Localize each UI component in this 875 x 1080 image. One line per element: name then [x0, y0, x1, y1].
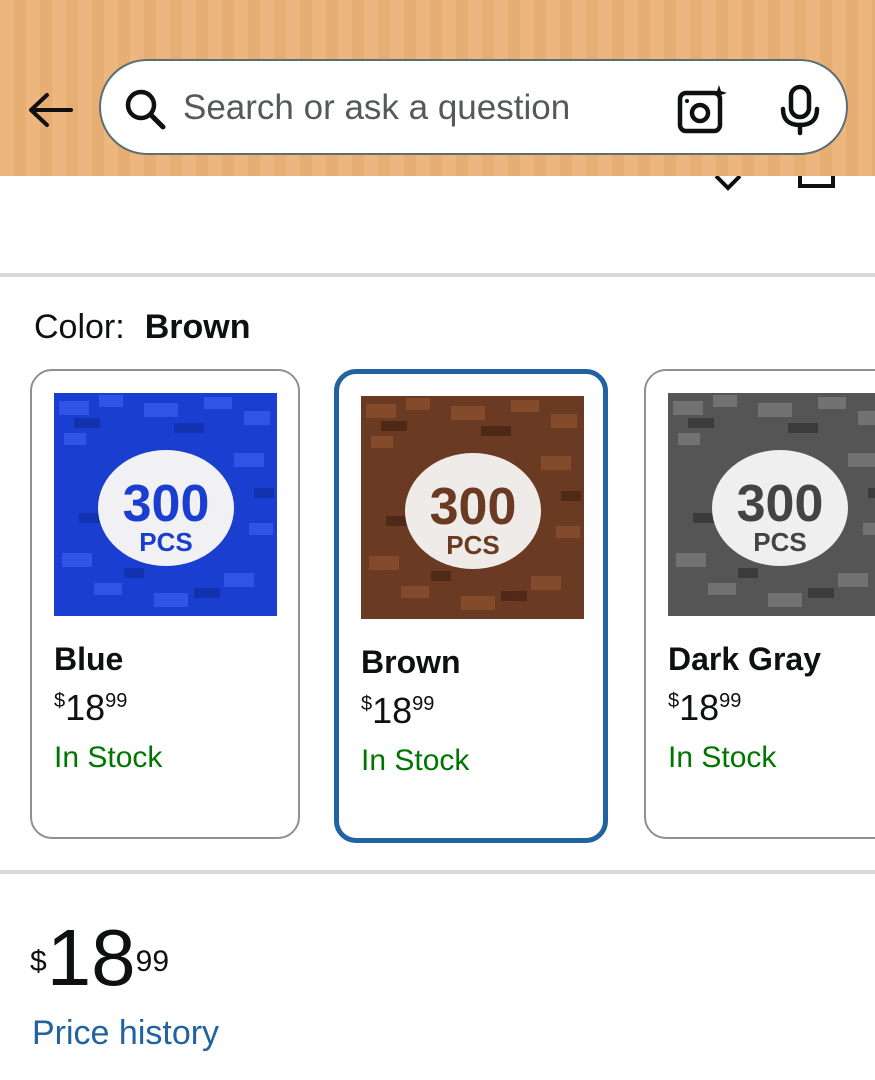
color-option-name: Brown	[361, 644, 461, 680]
color-option-price: $1899	[54, 687, 128, 728]
color-label: Color:	[34, 308, 125, 346]
color-option-brown[interactable]: 300 PCS Brown $1899 In Stock	[334, 369, 608, 843]
color-option-stock: In Stock	[54, 741, 163, 774]
camera-icon[interactable]	[676, 83, 730, 137]
selected-color-value: Brown	[144, 308, 251, 346]
color-option-name: Dark Gray	[668, 641, 821, 677]
toolbar-icons-partial	[700, 176, 850, 196]
image-count-text: 300	[123, 475, 210, 533]
section-divider	[0, 870, 875, 874]
image-count-text: 300	[737, 475, 824, 533]
search-bar[interactable]	[99, 59, 848, 155]
section-divider	[0, 273, 875, 277]
product-price: $1899	[30, 913, 170, 1002]
image-unit-text: PCS	[753, 527, 806, 557]
color-option-name: Blue	[54, 641, 124, 677]
color-option-dark-gray[interactable]: 300 PCS Dark Gray $1899 In Stock	[644, 369, 875, 839]
search-input[interactable]	[183, 83, 643, 133]
product-image: 300 PCS	[361, 396, 584, 619]
color-option-price: $1899	[361, 690, 435, 731]
image-unit-text: PCS	[446, 530, 499, 560]
price-history-link[interactable]: Price history	[32, 1014, 219, 1053]
color-option-blue[interactable]: 300 PCS Blue $1899 In Stock	[30, 369, 300, 839]
product-image: 300 PCS	[668, 393, 875, 616]
color-option-price: $1899	[668, 687, 742, 728]
image-count-text: 300	[430, 478, 517, 536]
back-arrow-icon	[29, 93, 73, 127]
header	[0, 0, 875, 176]
back-button[interactable]	[22, 82, 78, 138]
color-option-stock: In Stock	[668, 741, 777, 774]
microphone-icon[interactable]	[777, 83, 823, 137]
product-image: 300 PCS	[54, 393, 277, 616]
color-option-stock: In Stock	[361, 744, 470, 777]
color-selector-heading: Color: Brown	[34, 308, 250, 347]
search-icon[interactable]	[123, 87, 167, 131]
image-unit-text: PCS	[139, 527, 192, 557]
